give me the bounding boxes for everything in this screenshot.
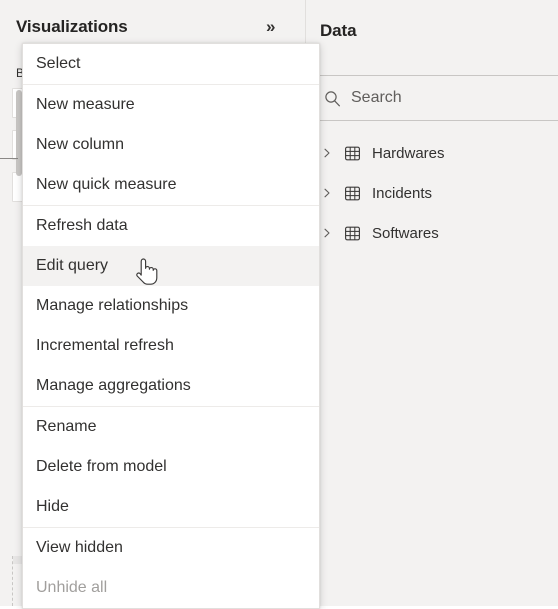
- context-menu-item-label: New column: [36, 136, 125, 153]
- table-icon: [342, 143, 362, 163]
- data-field-label: Softwares: [372, 224, 439, 242]
- data-field-label: Hardwares: [372, 144, 445, 162]
- context-menu-item-label: Unhide all: [36, 579, 108, 596]
- context-menu-item-label: New quick measure: [36, 176, 177, 193]
- chevron-right-icon[interactable]: [318, 144, 336, 162]
- context-menu-item-rename[interactable]: Rename: [23, 407, 319, 447]
- context-menu-item-select[interactable]: Select: [23, 44, 319, 84]
- context-menu-item-manage-relationships[interactable]: Manage relationships: [23, 286, 319, 326]
- context-menu: Select New measure New column New quick …: [22, 43, 320, 609]
- context-menu-item-view-hidden[interactable]: View hidden: [23, 528, 319, 568]
- chevron-right-icon[interactable]: [318, 224, 336, 242]
- search-icon: [323, 89, 341, 107]
- data-field-row[interactable]: Hardwares: [306, 133, 558, 173]
- context-menu-item-new-column[interactable]: New column: [23, 125, 319, 165]
- context-menu-item-label: Edit query: [36, 257, 109, 274]
- context-menu-item-label: Manage relationships: [36, 297, 189, 314]
- chevron-right-icon[interactable]: [318, 184, 336, 202]
- context-menu-item-new-quick-measure[interactable]: New quick measure: [23, 165, 319, 205]
- context-menu-item-label: Incremental refresh: [36, 337, 174, 354]
- context-menu-item-edit-query[interactable]: Edit query: [23, 246, 319, 286]
- data-field-label: Incidents: [372, 184, 433, 202]
- table-icon: [342, 183, 362, 203]
- context-menu-item-label: Select: [36, 55, 81, 72]
- context-menu-item-delete-from-model[interactable]: Delete from model: [23, 447, 319, 487]
- app-root: Visualizations » B Data Search Hardwares…: [0, 0, 558, 609]
- context-menu-item-new-measure[interactable]: New measure: [23, 85, 319, 125]
- data-field-row[interactable]: Incidents: [306, 173, 558, 213]
- data-pane: Data Search Hardwares Incidents Software…: [306, 0, 558, 606]
- context-menu-item-manage-aggregations[interactable]: Manage aggregations: [23, 366, 319, 406]
- context-menu-item-label: New measure: [36, 96, 135, 113]
- context-menu-item-hide[interactable]: Hide: [23, 487, 319, 527]
- data-pane-title: Data: [320, 21, 357, 40]
- context-menu-item-label: Hide: [36, 498, 69, 515]
- pane-divider: [0, 158, 18, 159]
- context-menu-item-label: Manage aggregations: [36, 377, 191, 394]
- chevron-double-right-icon[interactable]: »: [266, 18, 275, 35]
- visualizations-pane-title: Visualizations: [16, 17, 128, 36]
- context-menu-item-unhide-all: Unhide all: [23, 568, 319, 608]
- context-menu-item-refresh-data[interactable]: Refresh data: [23, 206, 319, 246]
- search-input[interactable]: [351, 89, 531, 107]
- data-field-list: Hardwares Incidents Softwares: [306, 133, 558, 253]
- context-menu-item-label: Rename: [36, 418, 97, 435]
- data-field-row[interactable]: Softwares: [306, 213, 558, 253]
- context-menu-item-incremental-refresh[interactable]: Incremental refresh: [23, 326, 319, 366]
- context-menu-item-label: Refresh data: [36, 217, 128, 234]
- context-menu-item-label: View hidden: [36, 539, 123, 556]
- table-icon: [342, 223, 362, 243]
- context-menu-item-label: Delete from model: [36, 458, 167, 475]
- divider: [306, 120, 558, 121]
- data-search-row[interactable]: [306, 76, 558, 120]
